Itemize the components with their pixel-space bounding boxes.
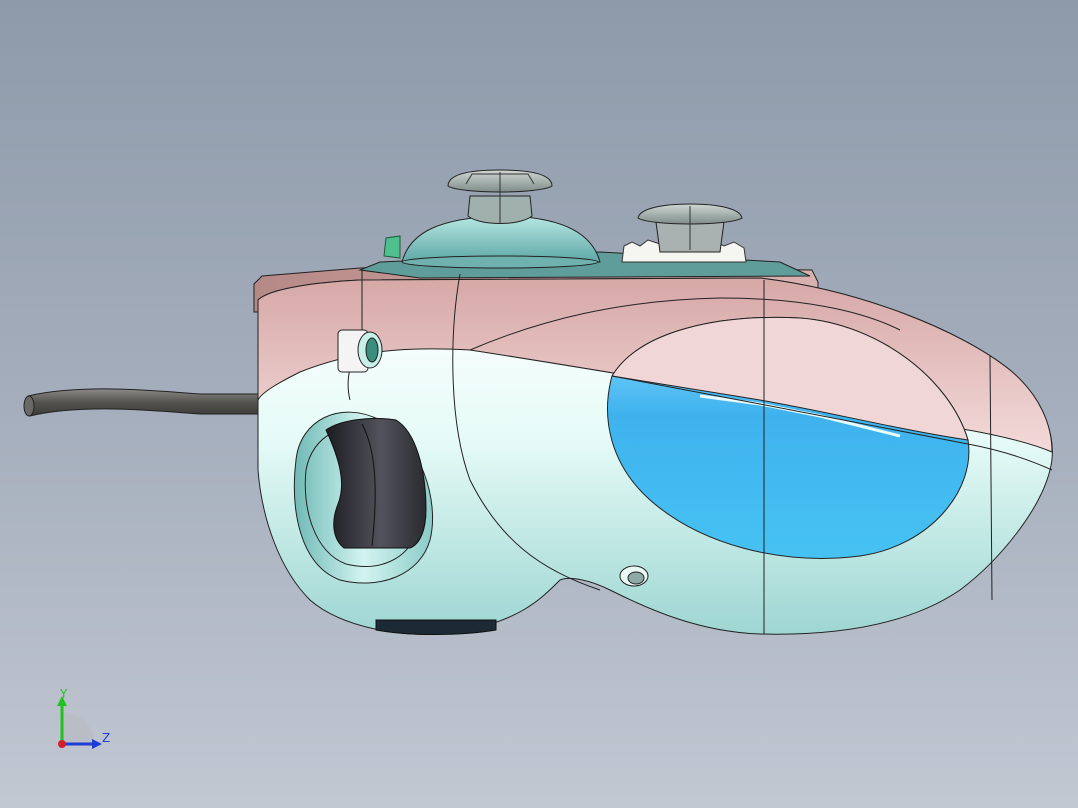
bottom-slot [375,619,497,635]
y-axis-label: Y [60,687,68,701]
triad-fan [62,712,94,744]
cad-viewport[interactable]: Y Z [0,0,1078,808]
connector-green [383,235,401,259]
cable-end [23,395,35,417]
axis-triad: Y Z [52,688,122,752]
z-axis-arrow [92,739,102,749]
controller-model[interactable] [0,0,1078,808]
cable [27,388,259,417]
z-axis-label: Z [102,731,111,745]
x-axis-dot [58,740,66,748]
